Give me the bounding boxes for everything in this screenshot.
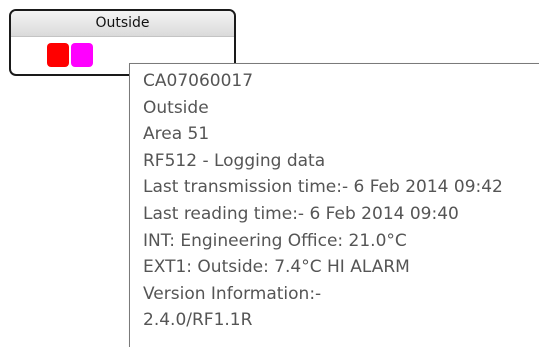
canvas: Outside CA07060017 Outside Area 51 RF512… [0, 0, 539, 347]
red-status-indicator [47, 43, 69, 67]
tooltip-device-status: RF512 - Logging data [143, 150, 326, 171]
tooltip-internal-reading: INT: Engineering Office: 21.0°C [143, 230, 407, 251]
status-indicators [47, 43, 93, 67]
tooltip-last-reading: Last reading time:- 6 Feb 2014 09:40 [143, 203, 459, 224]
sensor-tooltip: CA07060017 Outside Area 51 RF512 - Loggi… [129, 63, 539, 347]
tooltip-sensor-name: Outside [143, 97, 209, 118]
tooltip-area: Area 51 [143, 124, 210, 145]
tooltip-serial-number: CA07060017 [143, 71, 254, 91]
magenta-status-indicator [71, 43, 93, 67]
tooltip-version-label: Version Information:- [143, 283, 322, 304]
tooltip-last-transmission: Last transmission time:- 6 Feb 2014 09:4… [143, 177, 503, 198]
widget-title: Outside [11, 11, 234, 37]
tooltip-version-value: 2.4.0/RF1.1R [143, 310, 253, 331]
tooltip-external-reading: EXT1: Outside: 7.4°C HI ALARM [143, 257, 410, 278]
